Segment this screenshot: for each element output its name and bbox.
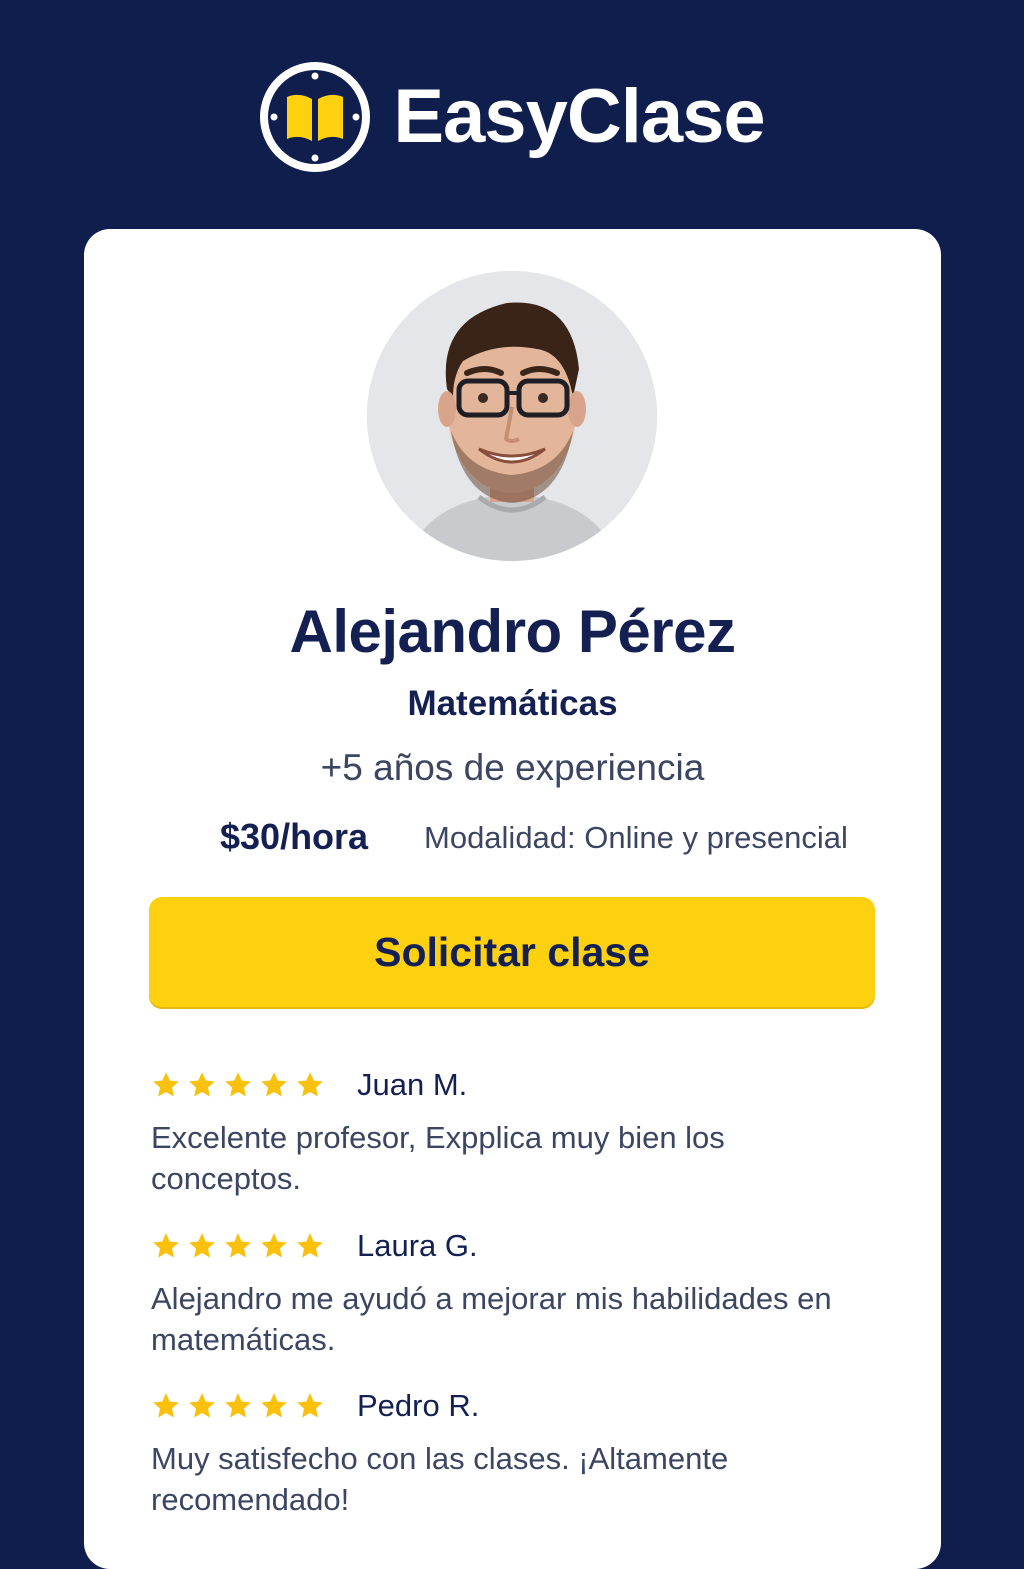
star-rating xyxy=(151,1231,337,1261)
tutor-profile-card: Alejandro Pérez Matemáticas +5 años de e… xyxy=(84,229,941,1569)
brand-name: EasyClase xyxy=(393,74,765,159)
open-book-icon xyxy=(260,62,371,172)
tutor-subject: Matemáticas xyxy=(407,684,618,723)
tutor-price: $30/hora xyxy=(220,816,369,857)
review-item: Pedro R. Muy satisfecho con las clases. … xyxy=(151,1384,871,1520)
review-text: Excelente profesor, Expplica muy bien lo… xyxy=(151,1120,725,1196)
star-icon xyxy=(225,1393,251,1418)
review-header: Laura G. xyxy=(151,1224,871,1268)
review-item: Laura G. Alejandro me ayudó a mejorar mi… xyxy=(151,1224,871,1360)
star-rating xyxy=(151,1070,337,1100)
app-header: EasyClase xyxy=(0,62,1024,172)
star-icon xyxy=(297,1393,323,1418)
star-icon xyxy=(189,1233,215,1258)
review-header: Juan M. xyxy=(151,1063,871,1107)
star-icon xyxy=(153,1072,179,1097)
reviewer-name: Juan M. xyxy=(357,1067,468,1102)
star-icon xyxy=(261,1072,287,1097)
tutor-avatar xyxy=(367,271,657,561)
star-icon xyxy=(189,1393,215,1418)
star-icon xyxy=(261,1393,287,1418)
tutor-name: Alejandro Pérez xyxy=(289,598,737,665)
star-icon xyxy=(225,1072,251,1097)
star-icon xyxy=(153,1393,179,1418)
star-icon xyxy=(153,1233,179,1258)
star-icon xyxy=(297,1233,323,1258)
star-rating xyxy=(151,1391,337,1421)
tutor-experience: +5 años de experiencia xyxy=(320,747,705,788)
review-text: Muy satisfecho con las clases. ¡Altament… xyxy=(151,1441,729,1517)
star-icon xyxy=(297,1072,323,1097)
review-header: Pedro R. xyxy=(151,1384,871,1428)
star-icon xyxy=(261,1233,287,1258)
tutor-modality: Modalidad: Online y presencial xyxy=(424,820,848,855)
reviewer-name: Pedro R. xyxy=(357,1388,480,1423)
request-class-button[interactable]: Solicitar clase xyxy=(149,897,875,1007)
star-icon xyxy=(189,1072,215,1097)
star-icon xyxy=(225,1233,251,1258)
review-text: Alejandro me ayudó a mejorar mis habilid… xyxy=(151,1281,832,1357)
reviewer-name: Laura G. xyxy=(357,1228,478,1263)
review-item: Juan M. Excelente profesor, Expplica muy… xyxy=(151,1063,871,1199)
